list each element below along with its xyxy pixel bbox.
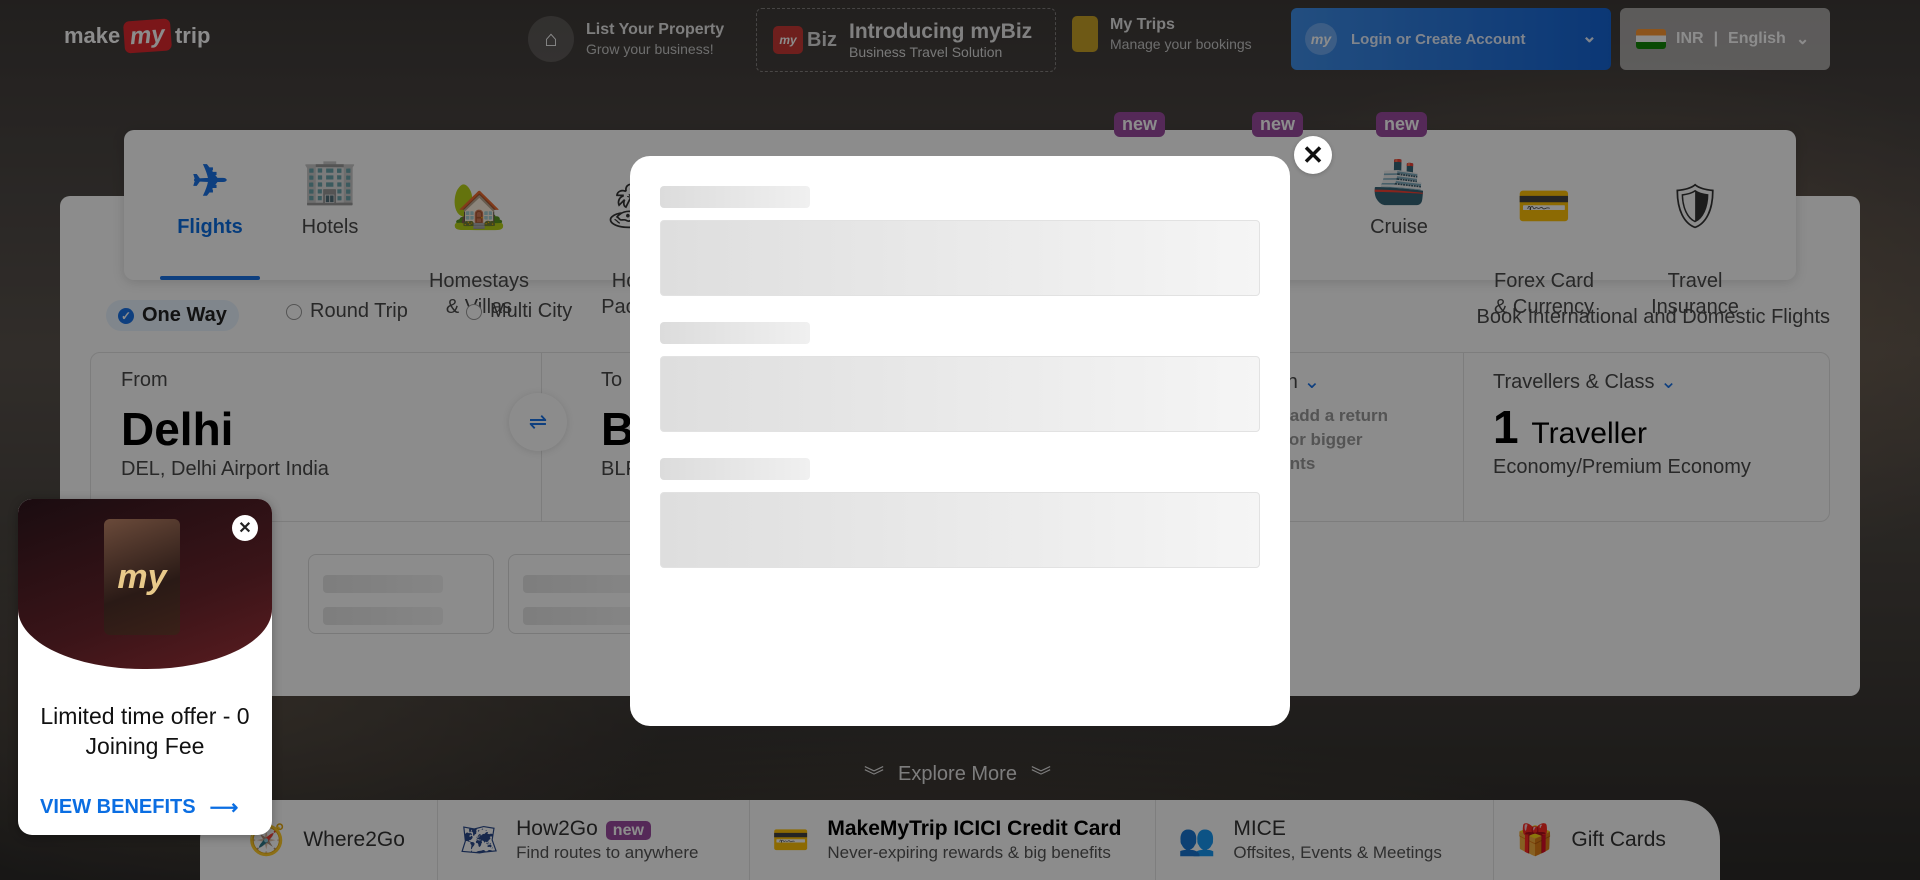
skeleton-label xyxy=(660,186,810,208)
skeleton-input xyxy=(660,356,1260,432)
loading-modal xyxy=(630,156,1290,726)
modal-close-icon[interactable]: ✕ xyxy=(1294,136,1332,174)
promo-close-icon[interactable]: ✕ xyxy=(232,515,258,541)
view-benefits-label: VIEW BENEFITS xyxy=(40,796,196,818)
arrow-right-icon: ⟶ xyxy=(209,797,239,819)
skeleton-input xyxy=(660,220,1260,296)
credit-card-image: my xyxy=(104,519,180,635)
credit-card-promo-popup: my ✕ Limited time offer - 0 Joining Fee … xyxy=(18,499,272,835)
promo-title: Limited time offer - 0 Joining Fee xyxy=(40,703,250,759)
view-benefits-link[interactable]: VIEW BENEFITS ⟶ xyxy=(40,795,238,820)
skeleton-label xyxy=(660,458,810,480)
skeleton-input xyxy=(660,492,1260,568)
skeleton-label xyxy=(660,322,810,344)
